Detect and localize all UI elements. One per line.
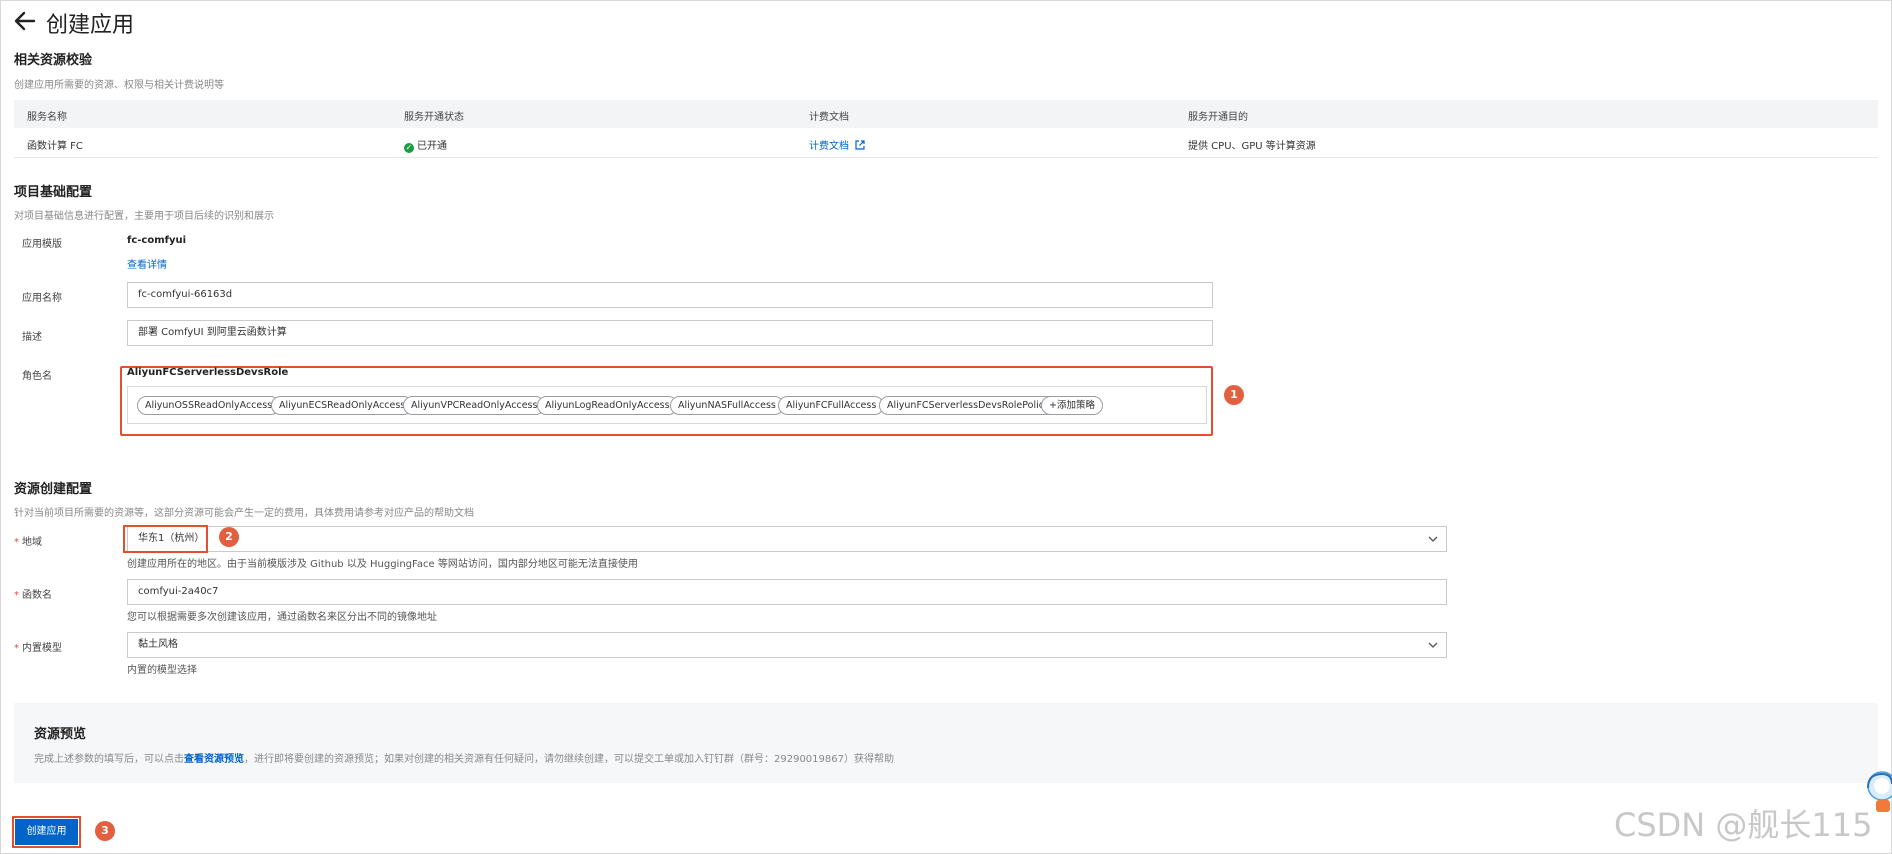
add-policy-button[interactable]: +添加策略 <box>1041 396 1103 415</box>
page-title: 创建应用 <box>46 13 135 38</box>
region-select[interactable]: 华东1（杭州） <box>127 526 1447 552</box>
region-highlight-box <box>123 525 208 553</box>
role-label: 角色名 <box>22 371 52 382</box>
column-header-service: 服务名称 <box>27 112 67 123</box>
description-input[interactable]: 部署 ComfyUI 到阿里云函数计算 <box>127 320 1213 346</box>
column-header-billing: 计费文档 <box>809 112 849 123</box>
back-arrow-icon[interactable] <box>14 10 36 32</box>
policy-tag[interactable]: AliyunOSSReadOnlyAccess <box>137 396 281 415</box>
policy-tag[interactable]: AliyunECSReadOnlyAccess <box>271 396 414 415</box>
function-name-hint: 您可以根据需要多次创建该应用，通过函数名来区分出不同的镜像地址 <box>127 612 437 623</box>
preview-text: 完成上述参数的填写后，可以点击查看资源预览，进行即将要创建的资源预览；如果对创建… <box>34 750 894 765</box>
app-name-input[interactable]: fc-comfyui-66163d <box>127 282 1213 308</box>
required-mark: * <box>14 537 19 548</box>
watermark: CSDN @舰长115 <box>1614 806 1873 844</box>
chevron-down-icon <box>1428 536 1438 542</box>
required-mark: * <box>14 590 19 601</box>
preview-title: 资源预览 <box>34 727 87 742</box>
check-circle-icon: ✓ <box>404 143 414 153</box>
cell-status: ✓ 已开通 <box>404 137 447 153</box>
cell-purpose: 提供 CPU、GPU 等计算资源 <box>1188 141 1316 152</box>
annotation-badge-1: 1 <box>1224 385 1244 405</box>
view-resource-preview-link[interactable]: 查看资源预览 <box>184 754 244 765</box>
resource-preview-panel <box>14 703 1878 783</box>
required-mark: * <box>14 643 19 654</box>
role-name: AliyunFCServerlessDevsRole <box>127 367 289 378</box>
model-hint: 内置的模型选择 <box>127 665 197 676</box>
preview-text-before: 完成上述参数的填写后，可以点击 <box>34 754 184 765</box>
function-name-label: * 函数名 <box>14 586 52 601</box>
table-row: 函数计算 FC ✓ 已开通 计费文档 提供 CPU、GPU 等计算资源 <box>14 128 1878 158</box>
policy-tag[interactable]: AliyunVPCReadOnlyAccess <box>403 396 546 415</box>
model-label-text: 内置模型 <box>22 643 62 654</box>
add-policy-label: 添加策略 <box>1056 400 1095 411</box>
column-header-status: 服务开通状态 <box>404 112 464 123</box>
billing-doc-label: 计费文档 <box>809 141 849 152</box>
model-select[interactable]: 黏土风格 <box>127 632 1447 658</box>
table-header: 服务名称 服务开通状态 计费文档 服务开通目的 <box>14 100 1878 128</box>
policy-tag[interactable]: AliyunNASFullAccess <box>670 396 784 415</box>
chevron-down-icon <box>1428 642 1438 648</box>
status-text: 已开通 <box>417 141 447 152</box>
template-label: 应用模版 <box>22 239 62 250</box>
section-title-resource-config: 资源创建配置 <box>14 482 93 497</box>
template-value: fc-comfyui <box>127 235 187 246</box>
region-hint: 创建应用所在的地区。由于当前模版涉及 Github 以及 HuggingFace… <box>127 559 638 570</box>
section-desc-resource-config: 针对当前项目所需要的资源等，这部分资源可能会产生一定的费用，具体费用请参考对应产… <box>14 508 474 519</box>
annotation-badge-3: 3 <box>95 821 115 841</box>
function-name-label-text: 函数名 <box>22 590 52 601</box>
section-desc-basic: 对项目基础信息进行配置，主要用于项目后续的识别和展示 <box>14 211 274 222</box>
view-details-link[interactable]: 查看详情 <box>127 256 167 271</box>
external-link-icon <box>855 140 865 150</box>
plus-icon: + <box>1049 400 1057 411</box>
section-title-resources: 相关资源校验 <box>14 53 93 68</box>
app-name-label: 应用名称 <box>22 293 62 304</box>
billing-doc-link[interactable]: 计费文档 <box>809 137 865 152</box>
model-value: 黏土风格 <box>138 639 178 650</box>
region-label: * 地域 <box>14 533 42 548</box>
policy-tag[interactable]: AliyunFCServerlessDevsRolePolicy <box>879 396 1058 415</box>
create-app-button[interactable]: 创建应用 <box>12 816 81 848</box>
section-title-basic: 项目基础配置 <box>14 185 93 200</box>
function-name-input[interactable]: comfyui-2a40c7 <box>127 579 1447 605</box>
preview-text-after: ，进行即将要创建的资源预览；如果对创建的相关资源有任何疑问，请勿继续创建，可以提… <box>244 754 894 765</box>
model-label: * 内置模型 <box>14 639 62 654</box>
section-desc-resources: 创建应用所需要的资源、权限与相关计费说明等 <box>14 80 224 91</box>
annotation-badge-2: 2 <box>219 527 239 547</box>
region-label-text: 地域 <box>22 537 42 548</box>
policy-tag[interactable]: AliyunLogReadOnlyAccess <box>537 396 678 415</box>
policy-tag[interactable]: AliyunFCFullAccess <box>778 396 885 415</box>
cell-service: 函数计算 FC <box>27 141 83 152</box>
column-header-purpose: 服务开通目的 <box>1188 112 1248 123</box>
description-label: 描述 <box>22 332 42 343</box>
